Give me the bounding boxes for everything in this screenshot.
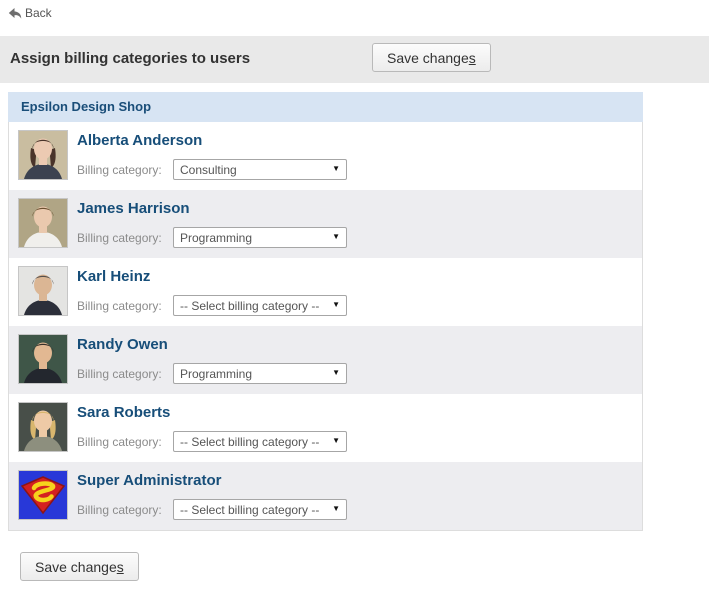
user-list: Alberta Anderson Billing category: Consu… <box>8 122 643 531</box>
billing-assignment-panel: Epsilon Design Shop Alberta Anderson Bil… <box>8 92 643 531</box>
back-link-label: Back <box>25 6 52 20</box>
user-name-link[interactable]: Karl Heinz <box>77 268 150 285</box>
user-avatar <box>18 334 68 384</box>
billing-category-label: Billing category: <box>77 503 162 517</box>
billing-category-select[interactable]: Consulting <box>173 159 347 180</box>
user-name-link[interactable]: Randy Owen <box>77 336 168 353</box>
billing-category-label: Billing category: <box>77 163 162 177</box>
footer: Save changes <box>20 552 139 581</box>
user-name-link[interactable]: James Harrison <box>77 200 190 217</box>
company-header: Epsilon Design Shop <box>8 92 643 122</box>
save-changes-button-top[interactable]: Save changes <box>372 43 491 72</box>
back-arrow-icon <box>8 7 22 20</box>
user-row: Sara Roberts Billing category: -- Select… <box>9 394 642 462</box>
billing-category-select[interactable]: -- Select billing category -- <box>173 295 347 316</box>
save-changes-button-bottom[interactable]: Save changes <box>20 552 139 581</box>
toolbar: Assign billing categories to users Save … <box>0 36 709 83</box>
billing-category-select[interactable]: -- Select billing category -- <box>173 499 347 520</box>
user-name-link[interactable]: Sara Roberts <box>77 404 170 421</box>
back-link[interactable]: Back <box>8 6 52 20</box>
user-row: Alberta Anderson Billing category: Consu… <box>9 122 642 190</box>
save-button-accesskey: s <box>117 559 124 575</box>
save-button-text: Save change <box>35 559 117 575</box>
user-avatar <box>18 130 68 180</box>
user-name-link[interactable]: Super Administrator <box>77 472 221 489</box>
back-bar: Back <box>8 6 52 26</box>
page-title: Assign billing categories to users <box>10 50 250 67</box>
save-button-text: Save change <box>387 50 469 66</box>
user-row: Randy Owen Billing category: Programming… <box>9 326 642 394</box>
billing-category-select[interactable]: -- Select billing category -- <box>173 431 347 452</box>
billing-category-label: Billing category: <box>77 231 162 245</box>
billing-category-label: Billing category: <box>77 367 162 381</box>
user-avatar <box>18 470 68 520</box>
user-row: Super Administrator Billing category: --… <box>9 462 642 530</box>
user-avatar <box>18 198 68 248</box>
user-avatar <box>18 402 68 452</box>
billing-category-label: Billing category: <box>77 435 162 449</box>
user-row: Karl Heinz Billing category: -- Select b… <box>9 258 642 326</box>
billing-category-label: Billing category: <box>77 299 162 313</box>
billing-category-select[interactable]: Programming <box>173 363 347 384</box>
save-button-accesskey: s <box>469 50 476 66</box>
user-avatar <box>18 266 68 316</box>
user-row: James Harrison Billing category: Program… <box>9 190 642 258</box>
user-name-link[interactable]: Alberta Anderson <box>77 132 202 149</box>
company-name: Epsilon Design Shop <box>21 99 151 114</box>
billing-category-select[interactable]: Programming <box>173 227 347 248</box>
